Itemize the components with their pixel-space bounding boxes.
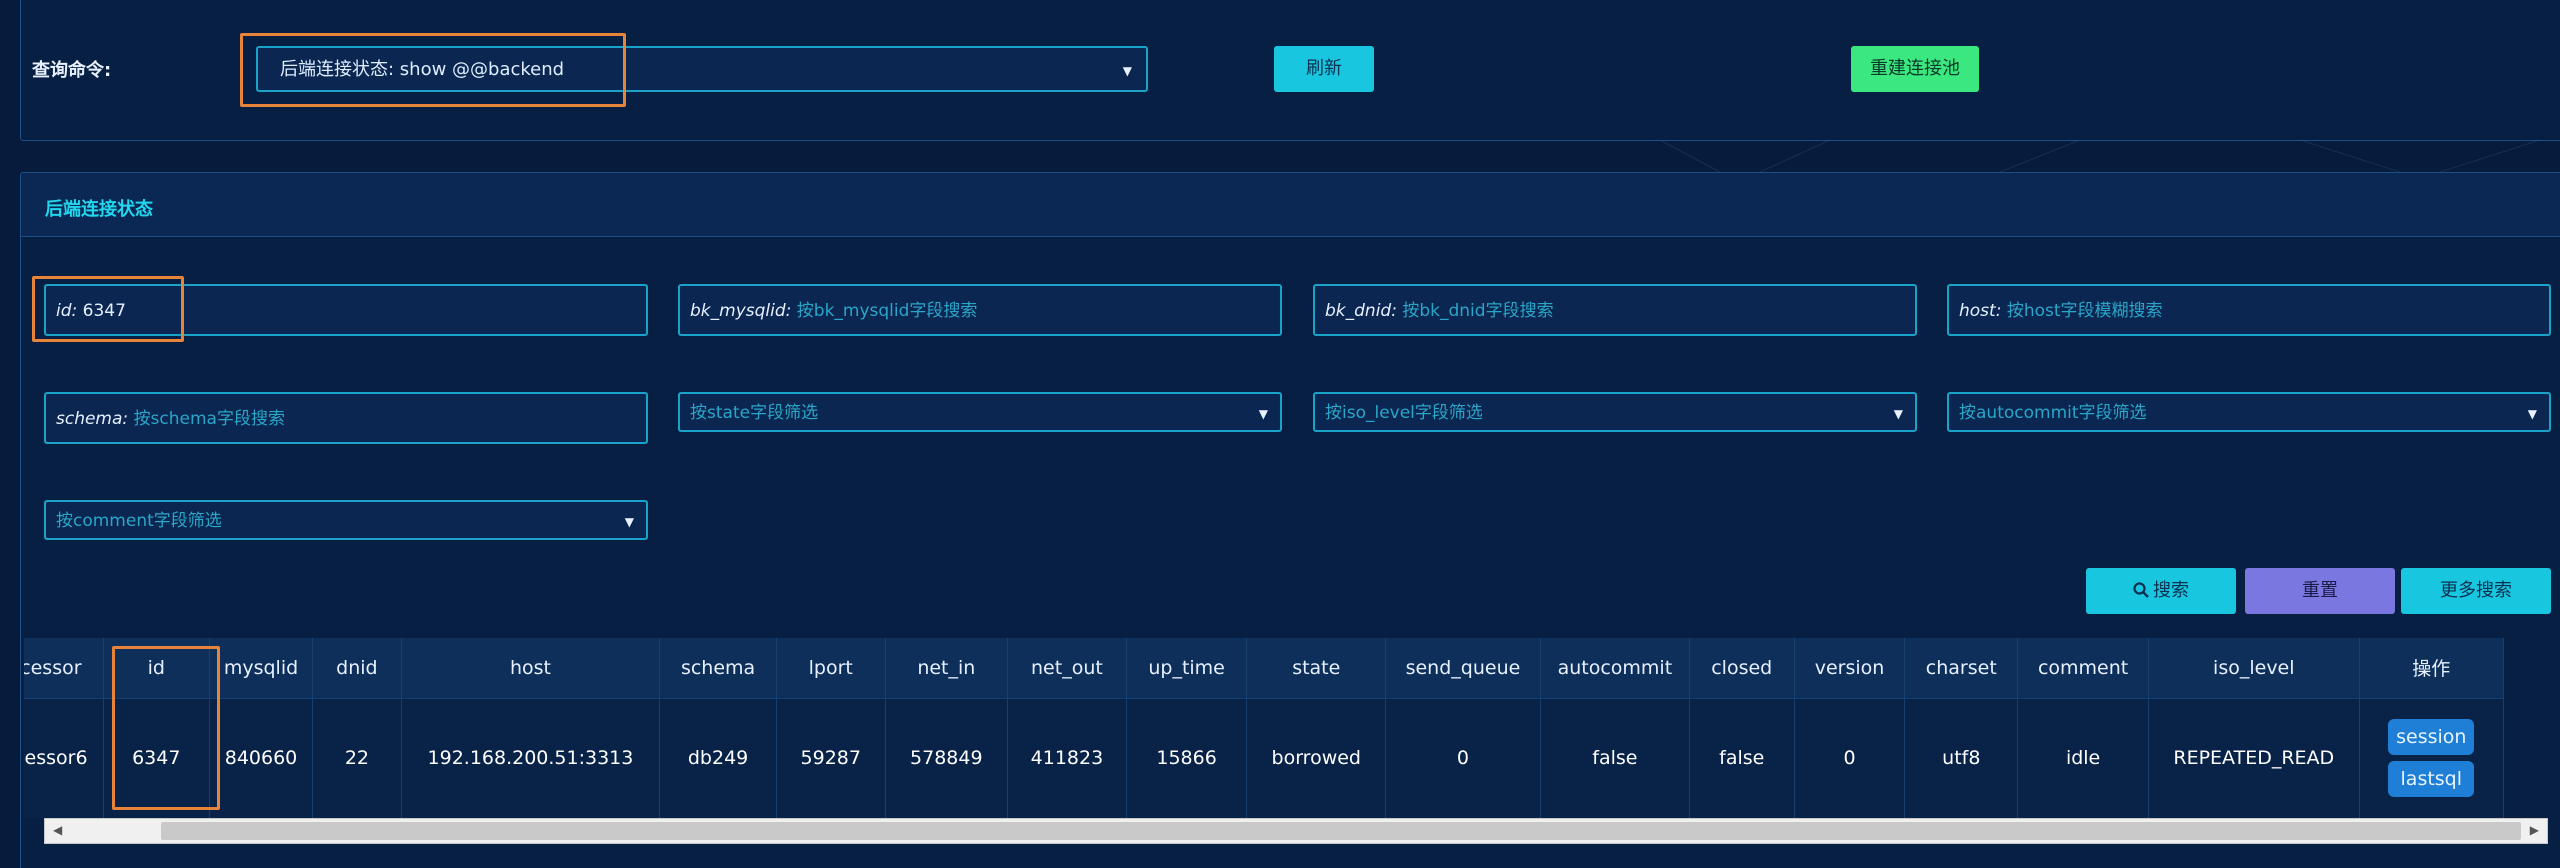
state-select-placeholder: 按state字段筛选 — [690, 403, 819, 423]
host-field-label: host: — [1959, 301, 2002, 321]
chevron-down-icon: ▼ — [1122, 64, 1132, 78]
column-header-dnid[interactable]: dnid — [312, 638, 402, 699]
host-field[interactable]: host: 按host字段模糊搜索 — [1947, 284, 2551, 336]
chevron-down-icon: ▼ — [1258, 407, 1268, 421]
column-header-send-queue[interactable]: send_queue — [1385, 638, 1541, 699]
cell-net-out: 411823 — [1007, 698, 1127, 818]
column-header-iso-level[interactable]: iso_level — [2148, 638, 2360, 699]
column-header-id[interactable]: id — [103, 638, 210, 699]
cell-autocommit: false — [1540, 698, 1690, 818]
refresh-button[interactable]: 刷新 — [1274, 46, 1374, 92]
schema-field[interactable]: schema: 按schema字段搜索 — [44, 392, 648, 444]
scroll-left-icon[interactable]: ◀ — [53, 823, 62, 837]
chevron-down-icon: ▼ — [2527, 407, 2537, 421]
cell-iso-level: REPEATED_READ — [2148, 698, 2360, 818]
cell-dnid: 22 — [312, 698, 402, 818]
panel-header: 后端连接状态 — [21, 173, 2560, 237]
column-header-closed[interactable]: closed — [1689, 638, 1795, 699]
column-header-charset[interactable]: charset — [1904, 638, 2019, 699]
column-header-host[interactable]: host — [401, 638, 661, 699]
horizontal-scrollbar[interactable]: ◀ ▶ — [44, 818, 2548, 844]
search-icon — [2133, 582, 2149, 598]
cell-host: 192.168.200.51:3313 — [401, 698, 661, 818]
backend-table: processor id mysqlid dnid host schema lp… — [24, 638, 2505, 818]
scrollbar-thumb[interactable] — [161, 822, 2521, 840]
autocommit-select-placeholder: 按autocommit字段筛选 — [1959, 403, 2147, 423]
bk-dnid-field-label: bk_dnid: — [1325, 301, 1397, 321]
schema-field-placeholder: 按schema字段搜索 — [133, 409, 285, 429]
column-header-lport[interactable]: lport — [776, 638, 886, 699]
cell-schema: db249 — [659, 698, 777, 818]
state-select[interactable]: 按state字段筛选 ▼ — [678, 392, 1282, 432]
column-header-operation: 操作 — [2359, 638, 2505, 699]
column-header-state[interactable]: state — [1246, 638, 1387, 699]
cell-closed: false — [1689, 698, 1795, 818]
comment-select[interactable]: 按comment字段筛选 ▼ — [44, 500, 648, 540]
cell-charset: utf8 — [1904, 698, 2019, 818]
column-header-net-out[interactable]: net_out — [1007, 638, 1127, 699]
column-header-comment[interactable]: comment — [2017, 638, 2150, 699]
session-button[interactable]: session — [2388, 719, 2475, 756]
autocommit-select[interactable]: 按autocommit字段筛选 ▼ — [1947, 392, 2551, 432]
rebuild-pool-button[interactable]: 重建连接池 — [1851, 46, 1979, 92]
id-field-value: 6347 — [82, 301, 126, 321]
bk-mysqlid-field-placeholder: 按bk_mysqlid字段搜索 — [796, 301, 978, 321]
bk-mysqlid-field[interactable]: bk_mysqlid: 按bk_mysqlid字段搜索 — [678, 284, 1282, 336]
bk-dnid-field[interactable]: bk_dnid: 按bk_dnid字段搜索 — [1313, 284, 1917, 336]
backend-table-container: processor id mysqlid dnid host schema lp… — [24, 638, 2560, 822]
id-field[interactable]: id: 6347 — [44, 284, 648, 336]
cell-processor: processor6 — [24, 698, 104, 818]
bk-mysqlid-field-label: bk_mysqlid: — [690, 301, 792, 321]
chevron-down-icon: ▼ — [624, 515, 634, 529]
iso-level-select[interactable]: 按iso_level字段筛选 ▼ — [1313, 392, 1917, 432]
iso-level-select-placeholder: 按iso_level字段筛选 — [1325, 403, 1483, 423]
cell-id: 6347 — [103, 698, 210, 818]
column-header-autocommit[interactable]: autocommit — [1540, 638, 1690, 699]
column-header-net-in[interactable]: net_in — [885, 638, 1009, 699]
comment-select-placeholder: 按comment字段筛选 — [56, 511, 222, 531]
search-button[interactable]: 搜索 — [2086, 568, 2236, 614]
cell-lport: 59287 — [776, 698, 886, 818]
cell-net-in: 578849 — [885, 698, 1009, 818]
panel-title: 后端连接状态 — [45, 199, 153, 220]
lastsql-button[interactable]: lastsql — [2388, 761, 2475, 798]
column-header-schema[interactable]: schema — [659, 638, 777, 699]
table-row: processor6 6347 840660 22 192.168.200.51… — [24, 698, 2505, 818]
reset-button[interactable]: 重置 — [2245, 568, 2395, 614]
cell-up-time: 15866 — [1126, 698, 1248, 818]
cell-state: borrowed — [1246, 698, 1387, 818]
cell-mysqlid: 840660 — [209, 698, 314, 818]
chevron-down-icon: ▼ — [1893, 407, 1903, 421]
column-header-up-time[interactable]: up_time — [1126, 638, 1248, 699]
search-button-label: 搜索 — [2153, 580, 2189, 601]
bk-dnid-field-placeholder: 按bk_dnid字段搜索 — [1402, 301, 1554, 321]
id-field-label: id: — [56, 301, 78, 321]
column-header-processor[interactable]: processor — [24, 638, 104, 699]
cell-comment: idle — [2017, 698, 2150, 818]
schema-field-label: schema: — [56, 409, 129, 429]
more-search-button[interactable]: 更多搜索 — [2401, 568, 2551, 614]
command-select-value: 后端连接状态: show @@backend — [280, 59, 565, 80]
table-header-row: processor id mysqlid dnid host schema lp… — [24, 638, 2505, 699]
cell-operations: session lastsql — [2359, 698, 2505, 818]
column-header-mysqlid[interactable]: mysqlid — [209, 638, 314, 699]
cell-version: 0 — [1794, 698, 1906, 818]
command-label: 查询命令: — [32, 60, 112, 81]
column-header-version[interactable]: version — [1794, 638, 1906, 699]
host-field-placeholder: 按host字段模糊搜索 — [2006, 301, 2163, 321]
scroll-right-icon[interactable]: ▶ — [2530, 823, 2539, 837]
cell-send-queue: 0 — [1385, 698, 1541, 818]
command-select[interactable]: 后端连接状态: show @@backend ▼ — [256, 46, 1148, 92]
